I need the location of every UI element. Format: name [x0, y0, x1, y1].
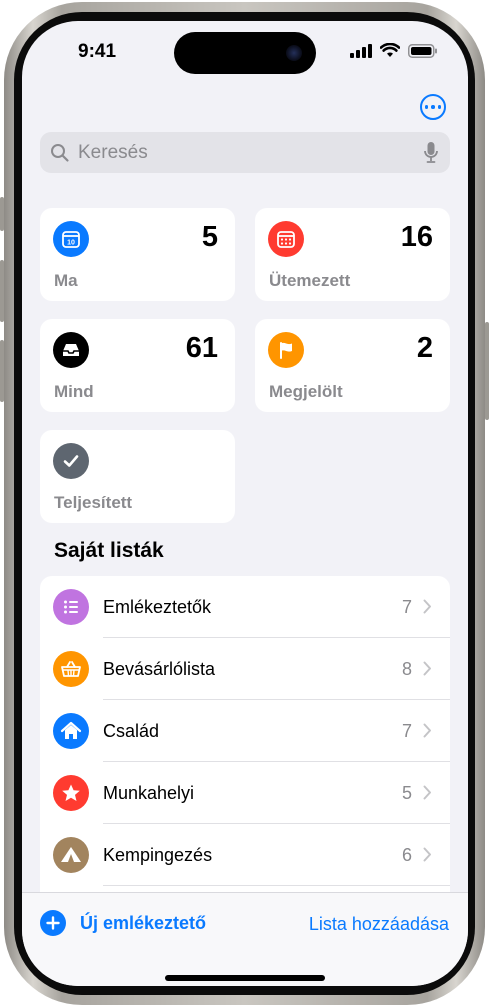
- smart-list-label: Megjelölt: [269, 382, 343, 401]
- dynamic-island: [174, 32, 316, 74]
- new-reminder-label: Új emlékeztető: [80, 912, 207, 933]
- list-name: Munkahelyi: [103, 782, 195, 803]
- calendar-scheduled-icon: [268, 221, 304, 257]
- calendar-day-number: 10: [67, 240, 75, 247]
- home-indicator[interactable]: [165, 975, 325, 981]
- volume-up-button: [0, 260, 4, 322]
- wifi-icon: [380, 43, 400, 57]
- smart-list-today[interactable]: 10 5 Ma: [40, 208, 235, 301]
- plus-icon: [40, 910, 66, 936]
- my-lists-title: Saját listák: [54, 539, 164, 562]
- tray-icon: [53, 332, 89, 368]
- list-name: Bevásárlólista: [103, 658, 216, 679]
- ellipsis-dot: [437, 105, 442, 109]
- chevron-right-icon: [423, 599, 431, 614]
- smart-list-completed[interactable]: Teljesített: [40, 430, 235, 523]
- smart-list-label: Teljesített: [54, 493, 133, 512]
- flag-icon: [268, 332, 304, 368]
- smart-list-label: Ütemezett: [269, 271, 351, 290]
- cellular-signal-icon: [350, 43, 372, 58]
- list-count: 5: [401, 782, 412, 803]
- list-name: Kempingezés: [103, 844, 213, 865]
- power-button: [485, 322, 489, 420]
- list-item[interactable]: Emlékeztetők 7: [40, 576, 450, 638]
- chevron-right-icon: [423, 661, 431, 676]
- house-icon: [53, 713, 89, 749]
- search-placeholder: Keresés: [78, 141, 148, 163]
- smart-list-flagged[interactable]: 2 Megjelölt: [255, 319, 450, 412]
- list-item[interactable]: Kempingezés 6: [40, 824, 450, 886]
- add-list-button[interactable]: Lista hozzáadása: [309, 914, 449, 935]
- smart-list-count: 61: [185, 332, 218, 364]
- list-count: 8: [401, 658, 412, 679]
- volume-down-button: [0, 340, 4, 402]
- smart-list-count: 16: [400, 221, 433, 253]
- list-name: Emlékeztetők: [103, 596, 212, 617]
- chevron-right-icon: [423, 723, 431, 738]
- bottom-toolbar: Új emlékeztető Lista hozzáadása: [22, 892, 468, 986]
- ellipsis-icon: [424, 105, 429, 109]
- microphone-icon[interactable]: [424, 142, 438, 164]
- smart-list-count: 2: [416, 332, 433, 364]
- status-time: 9:41: [78, 41, 117, 62]
- my-lists: Emlékeztetők 7 Bevásárlólista 8 Család 7…: [40, 576, 450, 896]
- basket-icon: [53, 651, 89, 687]
- checkmark-icon: [53, 443, 89, 479]
- list-item[interactable]: Munkahelyi 5: [40, 762, 450, 824]
- smart-list-label: Ma: [54, 271, 78, 290]
- status-icons: [350, 43, 438, 58]
- search-field[interactable]: Keresés: [40, 132, 450, 173]
- screen: 9:41 Keresés 10 5 Ma 16 Ütemezett 61 Min…: [22, 21, 468, 986]
- smart-list-scheduled[interactable]: 16 Ütemezett: [255, 208, 450, 301]
- star-icon: [53, 775, 89, 811]
- smart-list-count: 5: [201, 221, 218, 253]
- list-item[interactable]: Bevásárlólista 8: [40, 638, 450, 700]
- battery-icon: [408, 43, 437, 58]
- new-reminder-button[interactable]: Új emlékeztető: [40, 910, 206, 936]
- list-count: 7: [401, 596, 412, 617]
- list-name: Család: [103, 720, 160, 741]
- list-bullet-icon: [53, 589, 89, 625]
- list-count: 6: [401, 844, 412, 865]
- chevron-right-icon: [423, 785, 431, 800]
- search-icon: [51, 143, 69, 162]
- action-button: [0, 197, 4, 231]
- more-options-button[interactable]: [420, 94, 446, 120]
- camera-icon: [286, 45, 302, 61]
- separator: [103, 885, 450, 886]
- list-count: 7: [401, 720, 412, 741]
- ellipsis-dot: [431, 105, 435, 109]
- chevron-right-icon: [423, 847, 431, 862]
- tent-icon: [53, 837, 89, 873]
- list-item[interactable]: Család 7: [40, 700, 450, 762]
- smart-list-all[interactable]: 61 Mind: [40, 319, 235, 412]
- calendar-today-icon: 10: [53, 221, 89, 257]
- smart-list-label: Mind: [54, 382, 94, 401]
